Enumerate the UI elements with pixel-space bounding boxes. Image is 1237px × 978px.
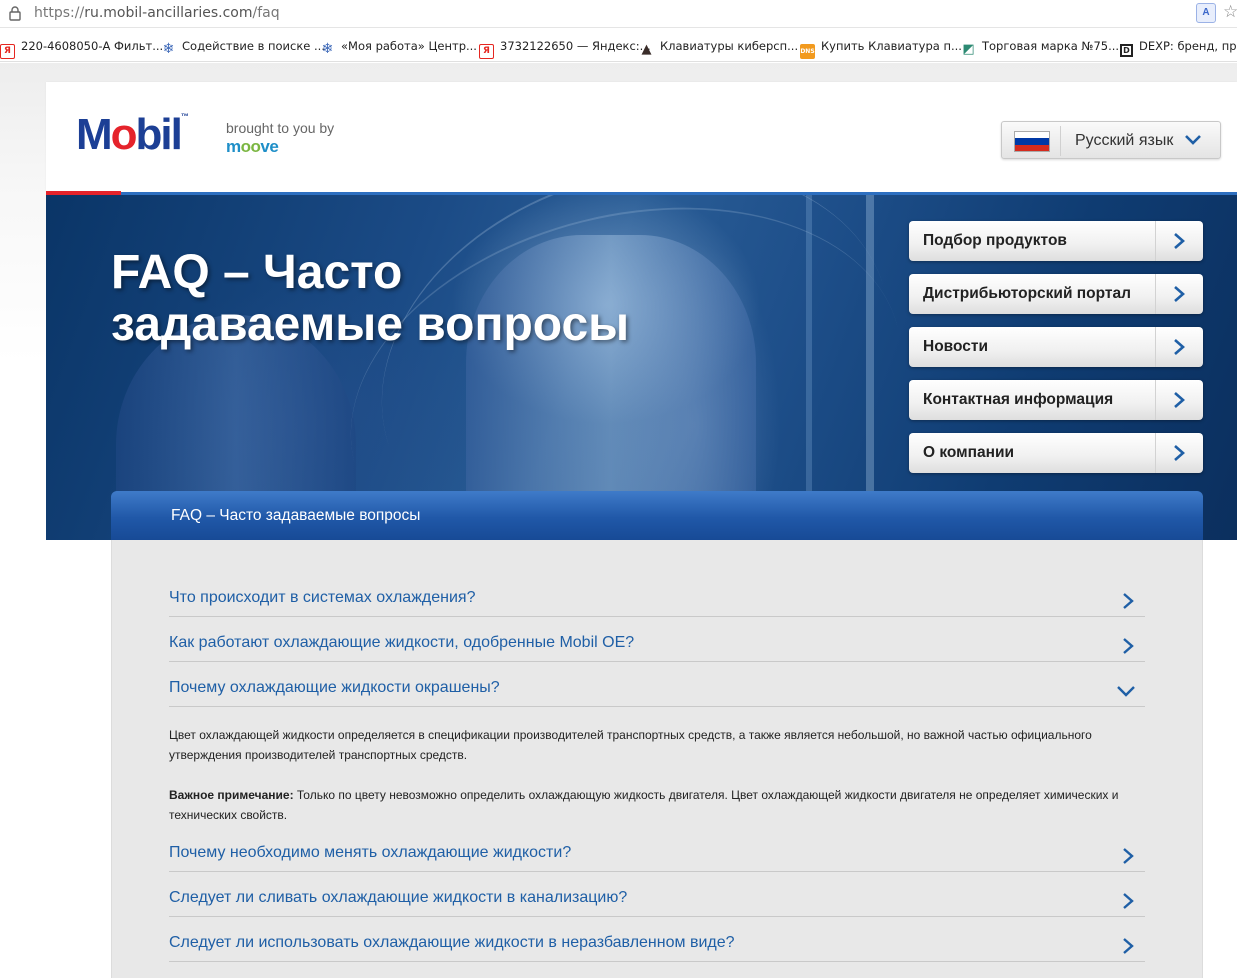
bookmark-item[interactable]: Я 3732122650 — Яндекс:...: [479, 37, 651, 59]
nav-product-selector[interactable]: Подбор продуктов: [909, 221, 1203, 261]
page-title-line: задаваемые вопросы: [111, 298, 630, 351]
faq-answer: Цвет охлаждающей жидкости определяется в…: [169, 725, 1139, 765]
answer-text: Цвет охлаждающей жидкости определяется в…: [169, 728, 1092, 742]
moove-logo[interactable]: moove: [226, 137, 279, 157]
dexp-icon: D: [1120, 44, 1133, 57]
note-label: Важное примечание:: [169, 788, 294, 802]
snowflake-icon: ❄: [321, 41, 334, 57]
hero-pipe-shape: [806, 195, 812, 540]
note-text: технических свойств.: [169, 808, 288, 822]
trademark-icon: ◩: [962, 42, 975, 57]
bookmark-star-icon[interactable]: ☆: [1223, 2, 1237, 22]
language-divider: [1060, 126, 1061, 156]
chevron-right-icon[interactable]: [1119, 846, 1137, 866]
bookmark-item[interactable]: DNS Купить Клавиатура п...: [800, 37, 962, 59]
address-bar[interactable]: https://ru.mobil-ancillaries.com/faq A ☆: [0, 0, 1237, 28]
bookmark-item[interactable]: ◩ Торговая марка №75...: [961, 37, 1119, 57]
chevron-right-icon[interactable]: [1119, 936, 1137, 956]
chevron-right-icon: [1174, 339, 1185, 355]
breadcrumb-text[interactable]: FAQ – Часто задаваемые вопросы: [171, 507, 420, 525]
dns-icon: DNS: [800, 44, 815, 59]
nav-separator: [1155, 433, 1156, 473]
hero-pipe-shape: [866, 195, 874, 540]
faq-question[interactable]: Что происходит в системах охлаждения?: [169, 589, 475, 607]
nav-label: Подбор продуктов: [923, 232, 1067, 249]
brought-by-text: brought to you by: [226, 120, 335, 136]
language-label: Русский язык: [1075, 132, 1174, 149]
url-text[interactable]: https://ru.mobil-ancillaries.com/faq: [34, 5, 280, 21]
yandex-icon: Я: [0, 44, 15, 59]
translate-icon[interactable]: A: [1196, 3, 1216, 23]
nav-about-company[interactable]: О компании: [909, 433, 1203, 473]
yandex-icon: Я: [479, 44, 494, 59]
nav-separator: [1155, 274, 1156, 314]
faq-question[interactable]: Следует ли использовать охлаждающие жидк…: [169, 934, 735, 952]
breadcrumb: FAQ – Часто задаваемые вопросы: [111, 491, 1203, 540]
faq-question[interactable]: Почему необходимо менять охлаждающие жид…: [169, 844, 571, 862]
bookmark-item[interactable]: ❄ Содействие в поиске ...: [161, 37, 325, 57]
chevron-down-icon[interactable]: [1115, 681, 1137, 701]
faq-item[interactable]: Что происходит в системах охлаждения?: [169, 572, 1145, 617]
nav-distributor-portal[interactable]: Дистрибьюторский портал: [909, 274, 1203, 314]
faq-answer-note: Важное примечание: Только по цвету невоз…: [169, 785, 1139, 825]
faq-question[interactable]: Следует ли сливать охлаждающие жидкости …: [169, 889, 627, 907]
hat-icon: ▲: [641, 42, 652, 57]
nav-label: Новости: [923, 338, 988, 355]
bookmark-item[interactable]: Я 220-4608050-А Фильт...: [0, 37, 163, 59]
faq-item[interactable]: Как работают охлаждающие жидкости, одобр…: [169, 617, 1145, 662]
faq-item[interactable]: Почему необходимо менять охлаждающие жид…: [169, 827, 1145, 872]
nav-separator: [1155, 221, 1156, 261]
url-scheme: https://: [34, 5, 85, 21]
url-host: ru.mobil-ancillaries.com: [84, 5, 253, 21]
lock-icon: [9, 6, 21, 21]
note-text: Только по цвету невозможно определить ох…: [293, 788, 1119, 802]
faq-item[interactable]: Следует ли сливать охлаждающие жидкости …: [169, 872, 1145, 917]
page-title-line: FAQ – Часто: [111, 246, 403, 299]
faq-item-expanded[interactable]: Почему охлаждающие жидкости окрашены?: [169, 662, 1145, 707]
nav-label: О компании: [923, 444, 1015, 461]
faq-question[interactable]: Как работают охлаждающие жидкости, одобр…: [169, 634, 634, 652]
russia-flag-icon: [1014, 131, 1050, 152]
faq-item[interactable]: Следует ли использовать охлаждающие жидк…: [169, 917, 1145, 962]
bookmark-item[interactable]: ▲ Клавиатуры киберсп...: [639, 37, 799, 57]
nav-contact-info[interactable]: Контактная информация: [909, 380, 1203, 420]
nav-label: Контактная информация: [923, 391, 1114, 408]
chevron-right-icon: [1174, 233, 1185, 249]
answer-text: утверждения производителей транспортных …: [169, 748, 468, 762]
chevron-right-icon[interactable]: [1119, 591, 1137, 611]
bookmarks-bar: Я 220-4608050-А Фильт... ❄ Содействие в по…: [0, 29, 1237, 62]
nav-label: Дистрибьюторский портал: [923, 285, 1131, 302]
url-path: /faq: [252, 5, 280, 21]
chevron-right-icon: [1174, 392, 1185, 408]
bookmark-item[interactable]: DDEXP: бренд, прои: [1120, 37, 1237, 57]
snowflake-icon: ❄: [162, 41, 175, 57]
language-selector[interactable]: Русский язык: [1001, 121, 1221, 159]
chevron-right-icon[interactable]: [1119, 891, 1137, 911]
bookmark-item[interactable]: ❄ «Моя работа» Центр...: [320, 37, 477, 57]
site-header: Mobil™ brought to you by moove Русский я…: [46, 82, 1237, 192]
page-title: FAQ – Часто задаваемые вопросы: [111, 247, 629, 351]
nav-news[interactable]: Новости: [909, 327, 1203, 367]
nav-separator: [1155, 380, 1156, 420]
nav-separator: [1155, 327, 1156, 367]
chevron-down-icon: [1185, 135, 1201, 145]
faq-question[interactable]: Почему охлаждающие жидкости окрашены?: [169, 679, 500, 697]
chevron-right-icon[interactable]: [1119, 636, 1137, 656]
mobil-logo[interactable]: Mobil™: [76, 110, 189, 160]
chevron-right-icon: [1174, 286, 1185, 302]
chevron-right-icon: [1174, 445, 1185, 461]
